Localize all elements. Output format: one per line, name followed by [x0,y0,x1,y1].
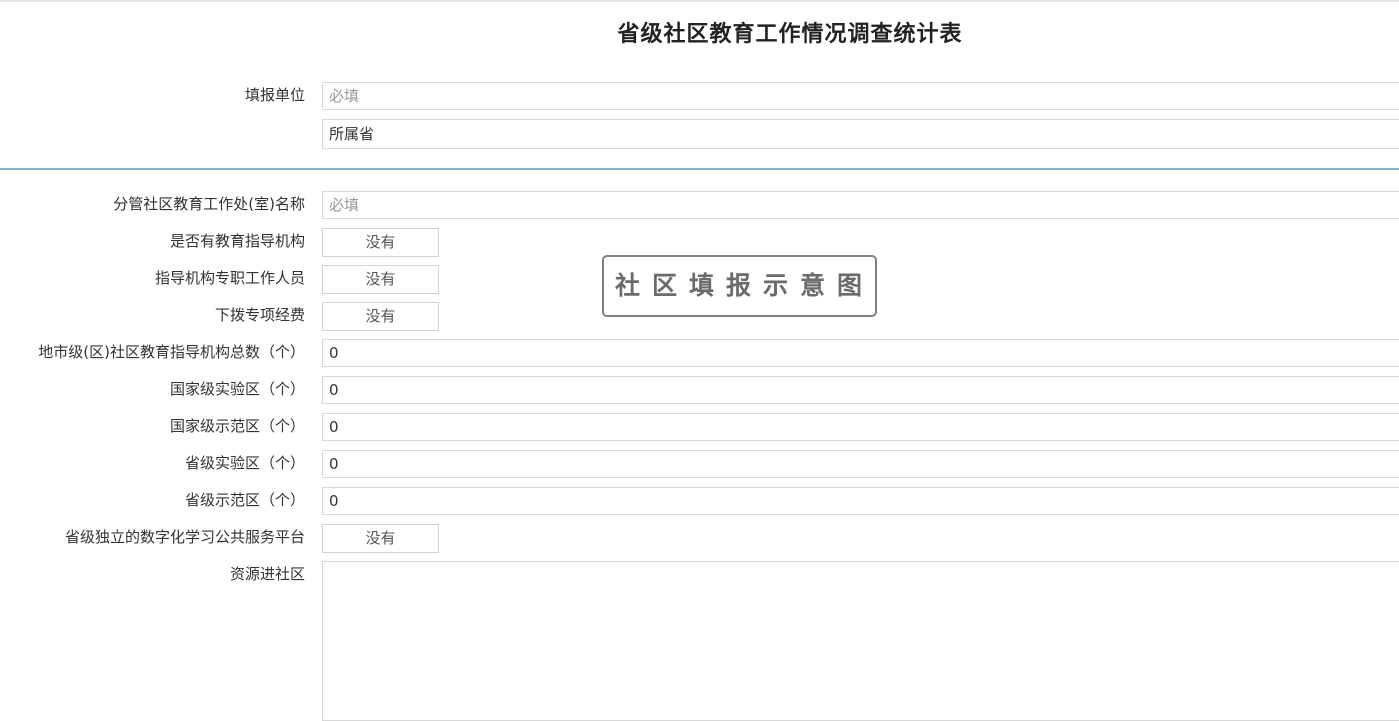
city-orgs-total-input[interactable]: 0 [322,339,1399,367]
resources-textarea[interactable] [322,561,1399,721]
national-demo-input[interactable]: 0 [322,413,1399,441]
city-orgs-total-label: 地市级(区)社区教育指导机构总数（个） [38,343,305,361]
unit-input[interactable]: 必填 [322,82,1399,110]
digital-platform-label: 省级独立的数字化学习公共服务平台 [64,528,305,546]
watermark-stamp: 社区填报示意图 [602,255,877,317]
provincial-demo-input[interactable]: 0 [322,487,1399,515]
dept-name-input[interactable]: 必填 [322,191,1399,219]
special-funds-select[interactable]: 没有 [322,302,439,331]
provincial-experimental-input[interactable]: 0 [322,450,1399,478]
provincial-demo-label: 省级示范区（个） [184,491,305,509]
special-funds-label: 下拨专项经费 [214,306,305,324]
full-time-staff-select[interactable]: 没有 [322,265,439,294]
digital-platform-select[interactable]: 没有 [322,524,439,553]
national-experimental-label: 国家级实验区（个） [169,380,305,398]
unit-label: 填报单位 [244,86,305,104]
has-guidance-org-label: 是否有教育指导机构 [169,232,305,250]
province-select[interactable]: 所属省 [322,119,1399,149]
provincial-experimental-label: 省级实验区（个） [184,454,305,472]
dept-name-label: 分管社区教育工作处(室)名称 [113,195,305,213]
resources-label: 资源进社区 [229,565,305,583]
top-border [0,0,1399,2]
page-title: 省级社区教育工作情况调查统计表 [617,22,963,47]
full-time-staff-label: 指导机构专职工作人员 [154,269,305,287]
has-guidance-org-select[interactable]: 没有 [322,228,439,257]
national-demo-label: 国家级示范区（个） [169,417,305,435]
section-divider [0,168,1399,170]
national-experimental-input[interactable]: 0 [322,376,1399,404]
